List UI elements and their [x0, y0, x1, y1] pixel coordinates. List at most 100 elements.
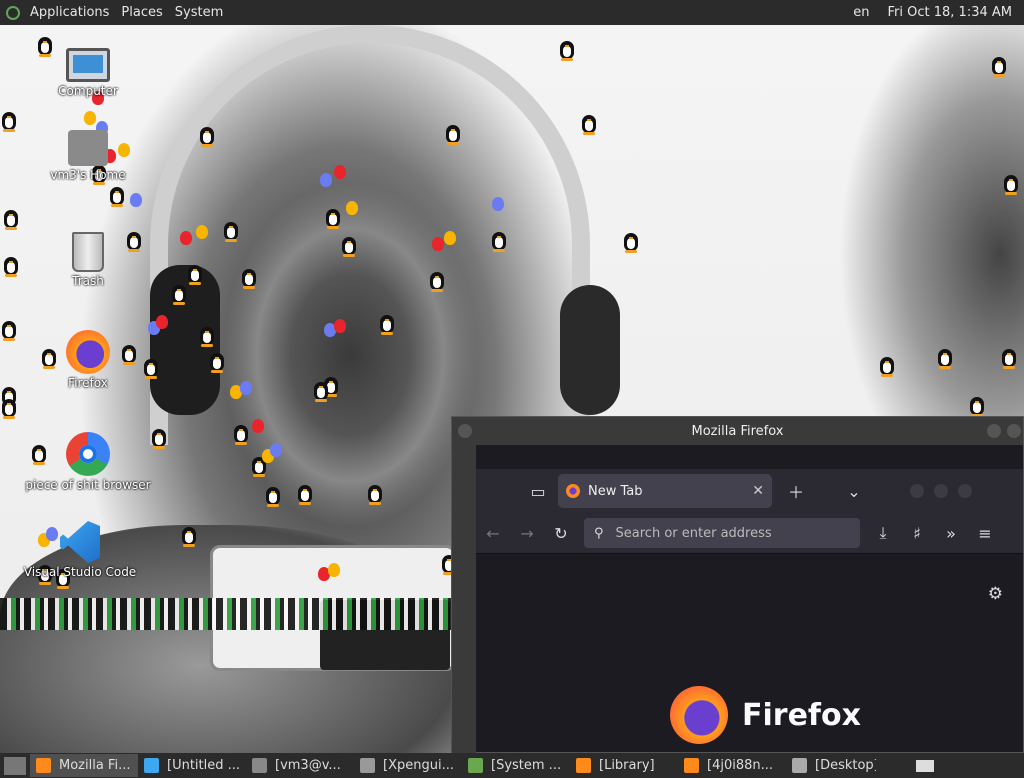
keyboard-layout-indicator[interactable]: en: [853, 5, 869, 20]
firefox-window[interactable]: Mozilla Firefox ▭ New Tab ✕ ＋ ⌄ ← → ↻ ⚲ …: [451, 416, 1024, 753]
penguin-sprite: [340, 235, 358, 257]
window-title: Mozilla Firefox: [691, 423, 784, 439]
taskbar-button[interactable]: Mozilla Fi...: [30, 754, 138, 777]
window-menu-icon[interactable]: [458, 424, 472, 438]
system-monitor-icon: [468, 758, 483, 773]
penguin-sprite: [222, 220, 240, 242]
taskbar-button[interactable]: [Library]: [570, 754, 678, 777]
penguin-sprite: [490, 230, 508, 252]
desktop-icon-vscode[interactable]: Visual Studio Code: [20, 521, 140, 579]
chrome-icon: [66, 432, 110, 476]
balloon-sprite: [252, 419, 264, 433]
desktop-icon-label: Visual Studio Code: [23, 565, 137, 579]
new-tab-plus-icon[interactable]: ＋: [780, 475, 812, 507]
gear-icon[interactable]: ⚙: [988, 584, 1003, 604]
balloon-sprite: [180, 231, 192, 245]
window-control-circle-icon[interactable]: [910, 484, 924, 498]
forward-arrow-icon[interactable]: →: [510, 518, 544, 548]
penguin-sprite: [142, 357, 160, 379]
tab-title: New Tab: [588, 483, 643, 499]
firefox-icon: [576, 758, 591, 773]
bottom-taskbar: Mozilla Fi... [Untitled ... [vm3@v... [Xpen…: [0, 753, 1024, 778]
terminal-icon: [252, 758, 267, 773]
tab-bar: ▭ New Tab ✕ ＋ ⌄: [476, 469, 1023, 513]
balloon-sprite: [444, 231, 456, 245]
address-bar[interactable]: ⚲ Search or enter address: [584, 518, 860, 548]
desktop-icon-label: Firefox: [68, 376, 108, 390]
balloon-sprite: [270, 443, 282, 457]
window-control-circle-icon[interactable]: [958, 484, 972, 498]
desktop-icon-trash[interactable]: Trash: [33, 232, 143, 288]
penguin-sprite: [198, 325, 216, 347]
penguin-sprite: [378, 313, 396, 335]
penguin-sprite: [1002, 173, 1020, 195]
firefox-icon: [684, 758, 699, 773]
penguin-sprite: [324, 207, 342, 229]
penguin-sprite: [444, 123, 462, 145]
overflow-chevrons-icon[interactable]: »: [934, 518, 968, 548]
vscode-icon: [60, 521, 100, 563]
penguin-sprite: [232, 423, 250, 445]
reload-icon[interactable]: ↻: [544, 518, 578, 548]
desktop-icon-label: Computer: [58, 84, 118, 98]
penguin-sprite: [108, 185, 126, 207]
desktop-icon-home[interactable]: vm3's Home: [33, 130, 143, 182]
downloads-icon[interactable]: ⤓: [866, 518, 900, 548]
distro-logo-icon[interactable]: [6, 5, 20, 20]
tab-close-icon[interactable]: ✕: [752, 483, 764, 499]
taskbar-button[interactable]: [Untitled ...: [138, 754, 246, 777]
balloon-sprite: [320, 173, 332, 187]
penguin-sprite: [2, 255, 20, 277]
desktop-icon-firefox[interactable]: Firefox: [33, 330, 143, 390]
address-bar-placeholder: Search or enter address: [615, 525, 772, 541]
window-minimize-icon[interactable]: [987, 424, 1001, 438]
taskbar-button-label: [Xpengui...: [383, 758, 454, 773]
balloon-sprite: [432, 237, 444, 251]
penguin-sprite: [0, 319, 18, 341]
trash-icon: [72, 232, 104, 272]
desktop-icon-computer[interactable]: Computer: [33, 48, 143, 98]
window-frame-left: [452, 445, 476, 753]
search-icon: ⚲: [594, 525, 604, 541]
taskbar-button[interactable]: [vm3@v...: [246, 754, 354, 777]
workspace-switcher[interactable]: [916, 759, 934, 772]
penguin-sprite: [622, 231, 640, 253]
balloon-sprite: [84, 111, 96, 125]
extensions-icon[interactable]: ♯: [900, 518, 934, 548]
penguin-row-left: [0, 598, 470, 630]
new-tab-page: ⚙ Firefox: [476, 554, 1023, 752]
balloon-sprite: [492, 197, 504, 211]
balloon-sprite: [240, 381, 252, 395]
taskbar-button[interactable]: [Xpengui...: [354, 754, 462, 777]
list-all-tabs-chevron-icon[interactable]: ⌄: [838, 475, 870, 507]
computer-icon: [66, 48, 110, 82]
balloon-sprite: [334, 165, 346, 179]
desktop-icon-chrome[interactable]: piece of shit browser: [18, 432, 158, 492]
taskbar-button-label: [vm3@v...: [275, 758, 341, 773]
penguin-sprite: [366, 483, 384, 505]
hamburger-menu-icon[interactable]: ≡: [968, 518, 1002, 548]
penguin-sprite: [990, 55, 1008, 77]
balloon-sprite: [130, 193, 142, 207]
firefox-view-icon[interactable]: ▭: [522, 475, 554, 507]
menu-system[interactable]: System: [169, 5, 229, 20]
clock[interactable]: Fri Oct 18, 1:34 AM: [888, 5, 1012, 20]
penguin-sprite: [264, 485, 282, 507]
back-arrow-icon[interactable]: ←: [476, 518, 510, 548]
menu-applications[interactable]: Applications: [24, 5, 115, 20]
penguin-sprite: [170, 283, 188, 305]
tab-new-tab[interactable]: New Tab ✕: [558, 474, 772, 508]
penguin-sprite: [240, 267, 258, 289]
window-control-circle-icon[interactable]: [934, 484, 948, 498]
window-maximize-icon[interactable]: [1007, 424, 1021, 438]
show-desktop-icon[interactable]: [4, 756, 26, 775]
window-titlebar[interactable]: Mozilla Firefox: [452, 417, 1023, 445]
menu-places[interactable]: Places: [115, 5, 168, 20]
penguin-sprite: [0, 397, 18, 419]
taskbar-button[interactable]: [4j0i88n...: [678, 754, 786, 777]
taskbar-button[interactable]: [System ...: [462, 754, 570, 777]
firefox-icon: [66, 330, 110, 374]
taskbar-button[interactable]: [Desktop]: [786, 754, 876, 777]
penguin-sprite: [0, 110, 18, 132]
taskbar-button-label: [Library]: [599, 758, 655, 773]
